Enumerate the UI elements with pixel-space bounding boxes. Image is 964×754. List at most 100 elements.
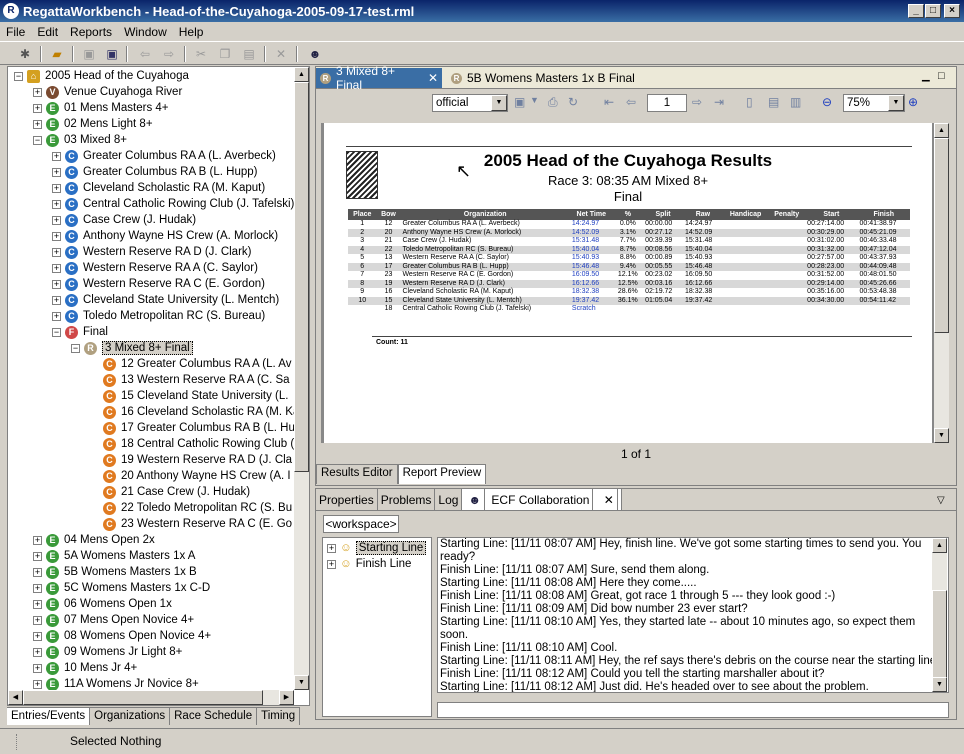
tab-report-preview[interactable]: Report Preview <box>397 464 487 484</box>
maximize-view-icon[interactable]: □ <box>938 70 945 82</box>
expand-icon[interactable]: + <box>33 615 42 625</box>
tree-item[interactable]: + C Cleveland Scholastic RA (M. Kaput) <box>52 180 265 196</box>
chevron-down-icon[interactable]: ▼ <box>491 95 507 111</box>
tree-item[interactable]: − R 3 Mixed 8+ Final <box>71 340 193 356</box>
tree-item[interactable]: + E 5A Womens Masters 1x A <box>33 548 195 564</box>
tree-vertical-scrollbar[interactable]: ▲ ▼ <box>294 67 309 690</box>
tree-item[interactable]: + C Cleveland State University (L. Mentch) <box>52 292 279 308</box>
scroll-down-arrow[interactable]: ▼ <box>934 428 949 443</box>
tree-item[interactable]: + E 5B Womens Masters 1x B <box>33 564 197 580</box>
expand-icon[interactable]: + <box>33 535 42 545</box>
tab-mixed-final[interactable]: R 3 Mixed 8+ Final ✕ <box>316 64 442 92</box>
tab-ecf-collaboration[interactable]: ☻ ECF Collaboration ✕ <box>462 489 622 511</box>
chevron-down-icon[interactable]: ▼ <box>530 95 539 105</box>
previous-page-icon[interactable]: ⇦ <box>626 95 636 109</box>
save-icon[interactable]: ▣ <box>80 45 98 63</box>
expand-icon[interactable]: + <box>52 215 61 225</box>
refresh-icon[interactable]: ↻ <box>568 95 578 109</box>
expand-icon[interactable]: + <box>52 247 61 257</box>
expand-icon[interactable]: + <box>33 599 42 609</box>
tab-results-editor[interactable]: Results Editor <box>316 464 398 484</box>
tab-timing[interactable]: Timing <box>257 707 301 725</box>
menu-reports[interactable]: Reports <box>64 25 118 39</box>
workspace-button[interactable]: <workspace> <box>323 515 399 533</box>
expand-icon[interactable]: + <box>33 119 42 129</box>
scroll-down-arrow[interactable]: ▼ <box>294 675 309 690</box>
delete-icon[interactable]: ✕ <box>272 45 290 63</box>
minimize-view-icon[interactable]: ▁ <box>922 71 930 82</box>
tab-properties[interactable]: Properties <box>316 489 378 510</box>
tree-item[interactable]: + C Western Reserve RA A (C. Saylor) <box>52 260 258 276</box>
single-page-icon[interactable]: ▯ <box>746 95 753 109</box>
continuous-page-icon[interactable]: ▤ <box>768 95 779 109</box>
expand-icon[interactable]: + <box>33 679 42 689</box>
tree-item[interactable]: + C Greater Columbus RA A (L. Averbeck) <box>52 148 276 164</box>
tree-item[interactable]: + E 10 Mens Jr 4+ <box>33 660 137 676</box>
expand-icon[interactable]: + <box>327 543 336 553</box>
tree-item[interactable]: C 17 Greater Columbus RA B (L. Hu <box>90 420 295 436</box>
save-report-icon[interactable]: ▣ <box>514 95 525 109</box>
copy-icon[interactable]: ❐ <box>216 45 234 63</box>
expand-icon[interactable]: + <box>52 263 61 273</box>
cut-icon[interactable]: ✂ <box>192 45 210 63</box>
tab-problems[interactable]: Problems <box>378 489 436 510</box>
tree-item[interactable]: + E 06 Womens Open 1x <box>33 596 172 612</box>
redo-icon[interactable]: ⇨ <box>160 45 178 63</box>
tree-item[interactable]: C 15 Cleveland State University (L. <box>90 388 288 404</box>
tree-item[interactable]: C 20 Anthony Wayne HS Crew (A. I <box>90 468 291 484</box>
tab-log[interactable]: Log <box>435 489 463 510</box>
save-all-icon[interactable]: ▣ <box>103 45 121 63</box>
scroll-up-arrow[interactable]: ▲ <box>934 123 949 138</box>
print-icon[interactable]: ⎙ <box>548 95 558 110</box>
tree-item[interactable]: + C Greater Columbus RA B (L. Hupp) <box>52 164 258 180</box>
chat-input[interactable] <box>437 702 949 718</box>
scroll-left-arrow[interactable]: ◀ <box>8 690 23 705</box>
menu-window[interactable]: Window <box>118 25 173 39</box>
tree-item[interactable]: + E 02 Mens Light 8+ <box>33 116 153 132</box>
scroll-up-arrow[interactable]: ▲ <box>294 67 309 82</box>
zoom-in-icon[interactable]: ⊕ <box>908 95 918 109</box>
tree-item[interactable]: C 22 Toledo Metropolitan RC (S. Bu <box>90 500 292 516</box>
tree-item[interactable]: + V Venue Cuyahoga River <box>33 84 182 100</box>
roster-item-finish-line[interactable]: + ☺ Finish Line <box>327 556 411 572</box>
tree-item[interactable]: + C Central Catholic Rowing Club (J. Tafel… <box>52 196 294 212</box>
expand-icon[interactable]: + <box>52 183 61 193</box>
expand-icon[interactable]: + <box>33 583 42 593</box>
tree-horizontal-scrollbar[interactable]: ◀ ▶ <box>8 690 294 705</box>
scroll-thumb[interactable] <box>294 82 309 472</box>
scroll-thumb[interactable] <box>934 138 949 333</box>
facing-pages-icon[interactable]: ▥ <box>790 95 801 109</box>
expand-icon[interactable]: + <box>33 631 42 641</box>
zoom-out-icon[interactable]: ⊖ <box>822 95 832 109</box>
collapse-icon[interactable]: − <box>33 135 42 145</box>
tree-item[interactable]: + E 01 Mens Masters 4+ <box>33 100 169 116</box>
expand-icon[interactable]: + <box>33 567 42 577</box>
collapse-icon[interactable]: − <box>71 343 80 353</box>
expand-icon[interactable]: + <box>52 151 61 161</box>
chevron-down-icon[interactable]: ▼ <box>888 95 904 111</box>
expand-icon[interactable]: + <box>33 87 42 97</box>
expand-icon[interactable]: + <box>52 167 61 177</box>
tree-item[interactable]: C 12 Greater Columbus RA A (L. Av <box>90 356 291 372</box>
minimize-button[interactable]: _ <box>908 4 924 18</box>
expand-icon[interactable]: + <box>33 663 42 673</box>
tab-womens-masters-final[interactable]: R 5B Womens Masters 1x B Final <box>447 68 639 88</box>
menu-file[interactable]: File <box>0 25 31 39</box>
new-icon[interactable]: ✱ <box>16 45 34 63</box>
tree-item[interactable]: C 16 Cleveland Scholastic RA (M. Ka <box>90 404 299 420</box>
page-number-input[interactable]: 1 <box>647 94 687 112</box>
chat-scrollbar[interactable]: ▲ ▼ <box>932 538 947 692</box>
tree-item[interactable]: − F Final <box>52 324 108 340</box>
tab-race-schedule[interactable]: Race Schedule <box>170 707 258 725</box>
tree-item[interactable]: C 13 Western Reserve RA A (C. Sa <box>90 372 290 388</box>
expand-icon[interactable]: + <box>33 551 42 561</box>
tree-item[interactable]: C 21 Case Crew (J. Hudak) <box>90 484 250 500</box>
expand-icon[interactable]: + <box>33 103 42 113</box>
scroll-thumb[interactable] <box>23 690 263 705</box>
first-page-icon[interactable]: ⇤ <box>604 95 614 109</box>
tree-item[interactable]: + C Toledo Metropolitan RC (S. Bureau) <box>52 308 265 324</box>
tab-entries-events[interactable]: Entries/Events <box>7 707 91 725</box>
tree-item[interactable]: + E 08 Womens Open Novice 4+ <box>33 628 211 644</box>
scroll-down-arrow[interactable]: ▼ <box>932 677 947 692</box>
expand-icon[interactable]: + <box>52 295 61 305</box>
